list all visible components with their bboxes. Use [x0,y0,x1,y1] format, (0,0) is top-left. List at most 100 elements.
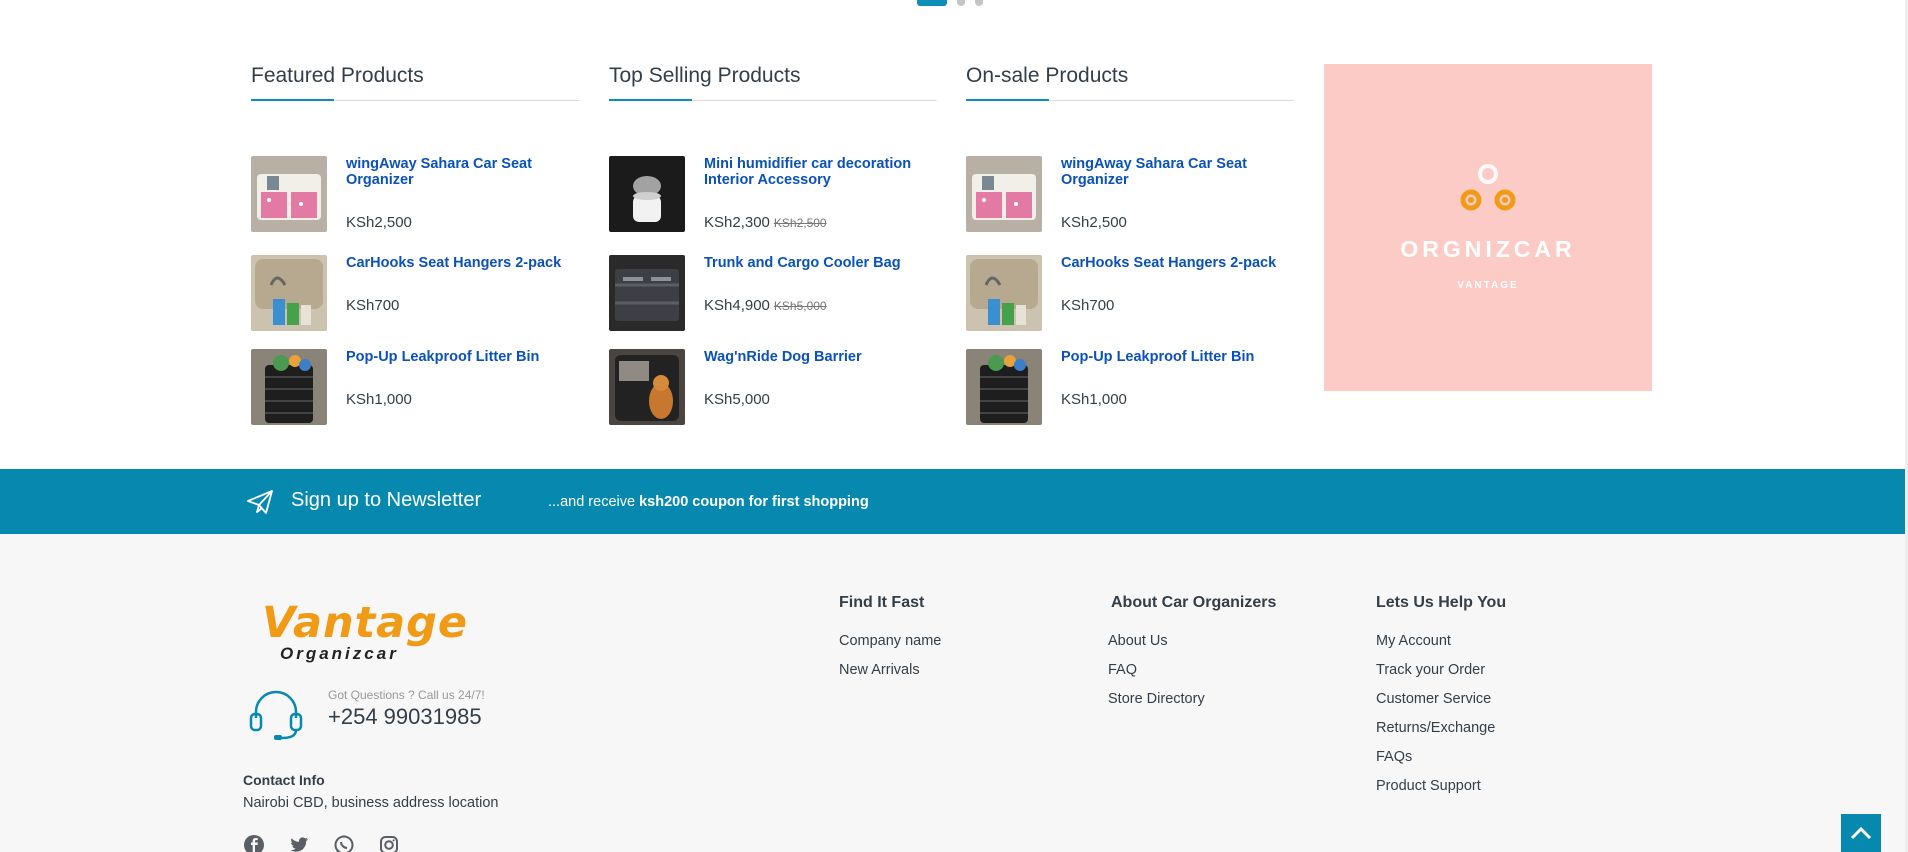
product-item[interactable]: Trunk and Cargo Cooler Bag KSh4,900 KSh5,… [609,255,934,331]
newsletter-description: ...and receive ksh200 coupon for first s… [548,494,869,510]
carousel-dots [917,0,983,6]
carousel-dot[interactable] [957,0,965,6]
product-thumbnail[interactable] [609,156,685,232]
footer-link[interactable]: Returns/Exchange [1376,719,1506,737]
current-price: KSh2,500 [346,214,412,231]
product-name-link[interactable]: Mini humidifier car decoration Interior … [704,156,934,188]
footer-link[interactable]: New Arrivals [839,661,941,679]
product-item[interactable]: wingAway Sahara Car Seat Organizer KSh2,… [251,156,576,232]
carousel-dot[interactable] [975,0,983,6]
footer-column-about: About Car Organizers About Us FAQ Store … [1108,594,1276,719]
support-question: Got Questions ? Call us 24/7! [328,688,485,702]
footer-link[interactable]: Company name [839,632,941,650]
footer-link[interactable]: Store Directory [1108,690,1276,708]
product-name-link[interactable]: Pop-Up Leakproof Litter Bin [346,349,576,365]
product-price: KSh1,000 [346,391,412,408]
footer-column-heading: Lets Us Help You [1376,594,1507,611]
product-name-link[interactable]: Pop-Up Leakproof Litter Bin [1061,349,1291,365]
product-item[interactable]: Wag'nRide Dog Barrier KSh5,000 [609,349,934,425]
newsletter-desc-prefix: ...and receive [548,494,640,510]
contact-address: Nairobi CBD, business address location [243,795,499,811]
carousel-dot-active[interactable] [917,0,947,6]
footer-column-heading: Find It Fast [839,594,925,611]
current-price: KSh1,000 [346,391,412,408]
product-price: KSh700 [346,297,399,314]
footer-link[interactable]: My Account [1376,632,1506,650]
product-price: KSh5,000 [704,391,770,408]
footer-link[interactable]: About Us [1108,632,1276,650]
instagram-icon[interactable] [378,834,400,852]
current-price: KSh700 [346,297,400,314]
product-thumbnail[interactable] [251,255,327,331]
footer: Vantage Organizcar Got Questions ? Call … [0,534,1905,852]
product-thumbnail[interactable] [609,349,685,425]
product-thumbnail[interactable] [609,255,685,331]
headset-icon [249,690,303,740]
product-thumbnail[interactable] [251,349,327,425]
product-item[interactable]: CarHooks Seat Hangers 2-pack KSh700 [966,255,1291,331]
chevron-up-icon [1850,826,1872,840]
current-price: KSh4,900 [704,297,770,314]
current-price: KSh2,500 [1061,214,1127,231]
support-block: Got Questions ? Call us 24/7! +254 99031… [248,688,485,745]
footer-link[interactable]: FAQ [1108,661,1276,679]
promo-banner-title: ORGNIZCAR [1400,236,1576,262]
product-name-link[interactable]: wingAway Sahara Car Seat Organizer [346,156,576,188]
footer-column-find-it-fast: Find It Fast Company name New Arrivals [839,594,941,690]
product-item[interactable]: Pop-Up Leakproof Litter Bin KSh1,000 [251,349,576,425]
featured-products-column: Featured Products wingAway Sahara Car Se… [251,64,579,425]
twitter-icon[interactable] [288,834,310,852]
column-title: Top Selling Products [609,64,937,101]
social-links [243,834,400,852]
product-price: KSh2,500 [1061,214,1127,231]
product-name-link[interactable]: Trunk and Cargo Cooler Bag [704,255,934,271]
product-item[interactable]: Pop-Up Leakproof Litter Bin KSh1,000 [966,349,1291,425]
whatsapp-icon[interactable] [333,834,355,852]
footer-link[interactable]: Customer Service [1376,690,1506,708]
back-to-top-button[interactable] [1841,814,1881,852]
current-price: KSh2,300 [704,214,770,231]
footer-column-help: Lets Us Help You My Account Track your O… [1376,594,1506,806]
footer-link[interactable]: Track your Order [1376,661,1506,679]
footer-column-heading: About Car Organizers [1111,594,1277,611]
product-thumbnail[interactable] [966,255,1042,331]
facebook-icon[interactable] [243,834,265,852]
product-name-link[interactable]: wingAway Sahara Car Seat Organizer [1061,156,1291,188]
contact-heading: Contact Info [243,772,325,788]
paper-plane-icon [247,490,273,514]
promo-banner[interactable]: ORGNIZCAR VANTAGE [1324,64,1652,391]
promo-banner-subtitle: VANTAGE [1457,280,1519,291]
product-name-link[interactable]: CarHooks Seat Hangers 2-pack [1061,255,1291,271]
footer-link[interactable]: Product Support [1376,777,1506,795]
product-price: KSh1,000 [1061,391,1127,408]
product-item[interactable]: wingAway Sahara Car Seat Organizer KSh2,… [966,156,1291,232]
old-price: KSh2,500 [773,216,827,230]
current-price: KSh5,000 [704,391,770,408]
footer-link[interactable]: FAQs [1376,748,1506,766]
gears-icon [1460,164,1516,211]
product-price: KSh700 [1061,297,1114,314]
product-item[interactable]: Mini humidifier car decoration Interior … [609,156,934,232]
product-thumbnail[interactable] [251,156,327,232]
product-item[interactable]: CarHooks Seat Hangers 2-pack KSh700 [251,255,576,331]
page: Featured Products wingAway Sahara Car Se… [0,0,1908,852]
product-price: KSh2,500 [346,214,412,231]
top-selling-products-column: Top Selling Products Mini humidifier car… [609,64,937,425]
column-title: Featured Products [251,64,579,101]
product-thumbnail[interactable] [966,156,1042,232]
old-price: KSh5,000 [773,299,827,313]
product-price: KSh4,900 KSh5,000 [704,297,827,314]
product-name-link[interactable]: Wag'nRide Dog Barrier [704,349,934,365]
support-phone[interactable]: +254 99031985 [328,704,482,730]
on-sale-products-column: On-sale Products wingAway Sahara Car Sea… [966,64,1294,425]
column-title: On-sale Products [966,64,1294,101]
footer-logo[interactable]: Vantage Organizcar [262,598,468,664]
newsletter-coupon-text: ksh200 coupon for first shopping [639,494,869,510]
logo-main-text: Vantage [262,598,469,648]
newsletter-bar: Sign up to Newsletter ...and receive ksh… [0,469,1905,534]
product-thumbnail[interactable] [966,349,1042,425]
current-price: KSh700 [1061,297,1115,314]
product-price: KSh2,300 KSh2,500 [704,214,827,231]
current-price: KSh1,000 [1061,391,1127,408]
product-name-link[interactable]: CarHooks Seat Hangers 2-pack [346,255,576,271]
